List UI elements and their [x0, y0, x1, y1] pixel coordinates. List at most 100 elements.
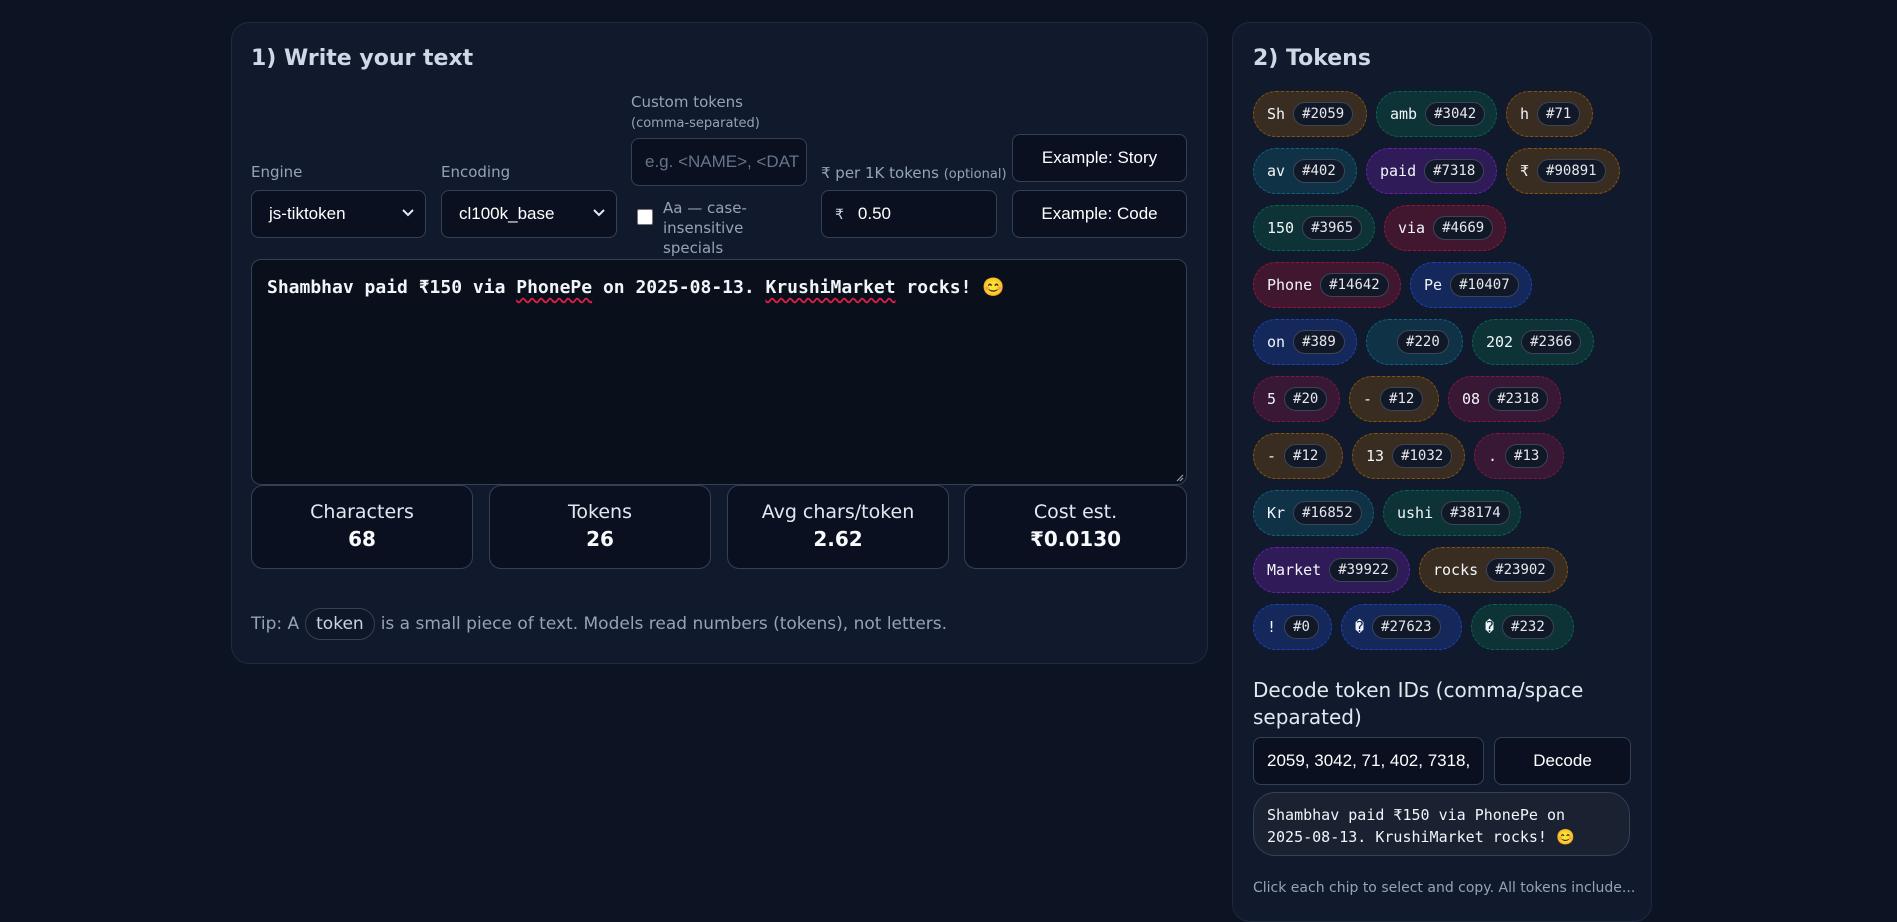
token-text: h	[1520, 105, 1530, 123]
token-id-badge: #38174	[1441, 501, 1510, 525]
token-text: ₹	[1520, 162, 1530, 180]
token-id-badge: #402	[1293, 159, 1345, 183]
token-id-badge: #71	[1537, 102, 1581, 126]
token-id-badge: #2318	[1488, 387, 1549, 411]
token-id-badge: #13	[1505, 444, 1549, 468]
token-text: rocks	[1433, 561, 1479, 579]
token-text: -	[1267, 447, 1277, 465]
example-code-button[interactable]: Example: Code	[1012, 190, 1187, 238]
token-chip[interactable]: rocks #23902	[1419, 547, 1568, 593]
cost-label: ₹ per 1K tokens (optional)	[821, 164, 1007, 182]
token-text: 13	[1366, 447, 1385, 465]
stat-value: 26	[586, 527, 614, 551]
example-story-button[interactable]: Example: Story	[1012, 134, 1187, 182]
token-chip[interactable]: ushi #38174	[1383, 490, 1521, 536]
token-id-badge: #4669	[1433, 216, 1494, 240]
token-chip-example: token	[305, 608, 375, 640]
stat-label: Tokens	[568, 501, 632, 523]
token-chip[interactable]: ₹ #90891	[1506, 148, 1620, 194]
token-chip[interactable]: av #402	[1253, 148, 1357, 194]
token-text: -	[1363, 390, 1373, 408]
token-chip[interactable]: via #4669	[1384, 205, 1506, 251]
token-text: !	[1267, 618, 1277, 636]
encoding-select-value: cl100k_base	[459, 204, 555, 223]
chevron-down-icon	[402, 209, 414, 217]
stat-value: 68	[348, 527, 376, 551]
text-segment: rocks! 😊	[895, 277, 1005, 298]
misspelled-word: KrushiMarket	[765, 277, 896, 298]
token-id-badge: #10407	[1450, 273, 1519, 297]
token-chip[interactable]: Market #39922	[1253, 547, 1410, 593]
token-chip[interactable]: 08 #2318	[1448, 376, 1561, 422]
token-text: Sh	[1267, 105, 1286, 123]
token-text: 08	[1462, 390, 1481, 408]
token-id-badge: #3965	[1302, 216, 1363, 240]
token-chip[interactable]: - #12	[1253, 433, 1343, 479]
token-text: av	[1267, 162, 1286, 180]
token-id-badge: #23902	[1486, 558, 1555, 582]
token-id-badge: #1032	[1392, 444, 1453, 468]
case-insensitive-checkbox[interactable]	[637, 209, 653, 225]
custom-tokens-input[interactable]: e.g. <NAME>, <DAT	[631, 138, 807, 186]
token-id-badge: #90891	[1537, 159, 1606, 183]
token-chip[interactable]: 5 #20	[1253, 376, 1340, 422]
token-chip[interactable]: 150 #3965	[1253, 205, 1375, 251]
engine-select-value: js-tiktoken	[269, 204, 346, 223]
token-chip[interactable]: - #12	[1349, 376, 1439, 422]
stat-label: Cost est.	[1033, 501, 1118, 523]
token-text: 202	[1486, 333, 1514, 351]
token-text: Phone	[1267, 276, 1313, 294]
token-id-badge: #2366	[1521, 330, 1582, 354]
token-chip[interactable]: paid #7318	[1366, 148, 1497, 194]
tip-prefix: Tip: A	[251, 614, 300, 634]
token-id-badge: #27623	[1372, 615, 1441, 639]
token-text: Market	[1267, 561, 1322, 579]
encoding-select[interactable]: cl100k_base	[441, 190, 617, 238]
token-chip[interactable]: amb #3042	[1376, 91, 1497, 137]
decode-button[interactable]: Decode	[1494, 737, 1631, 785]
token-id-badge: #3042	[1425, 102, 1486, 126]
token-chip[interactable]: ! #0	[1253, 604, 1332, 650]
token-text: Pe	[1424, 276, 1443, 294]
tokens-panel-title: 2) Tokens	[1253, 46, 1371, 71]
token-text: ushi	[1397, 504, 1434, 522]
engine-select[interactable]: js-tiktoken	[251, 190, 426, 238]
tip-suffix: is a small piece of text. Models read nu…	[380, 614, 948, 634]
cost-label-hint: (optional)	[943, 167, 1007, 182]
token-chip[interactable]: Pe #10407	[1410, 262, 1532, 308]
token-text: amb	[1390, 105, 1418, 123]
cost-input-value: 0.50	[857, 204, 892, 223]
token-chip[interactable]: on #389	[1253, 319, 1357, 365]
stat-cost: Cost est. ₹0.0130	[964, 485, 1187, 569]
token-text: on	[1267, 333, 1286, 351]
token-text: .	[1488, 447, 1498, 465]
misspelled-word: PhonePe	[516, 277, 593, 298]
stat-label: Avg chars/token	[761, 501, 915, 523]
decode-input[interactable]: 2059, 3042, 71, 402, 7318,	[1253, 737, 1484, 785]
token-chip[interactable]: Sh #2059	[1253, 91, 1367, 137]
tokens-footer-note: Click each chip to select and copy. All …	[1253, 880, 1636, 896]
text-segment: on 2025-08-13.	[592, 277, 766, 298]
text-panel-title: 1) Write your text	[251, 46, 474, 71]
token-chip[interactable]: 13 #1032	[1352, 433, 1465, 479]
cost-input[interactable]: ₹ 0.50	[821, 190, 997, 238]
token-id-badge: #389	[1293, 330, 1345, 354]
stat-value: ₹0.0130	[1029, 527, 1122, 551]
token-chip[interactable]: Phone #14642	[1253, 262, 1401, 308]
token-id-badge: #39922	[1329, 558, 1398, 582]
custom-tokens-label-hint: (comma-separated)	[631, 116, 760, 131]
token-id-badge: #220	[1397, 330, 1449, 354]
token-chip[interactable]: 202 #2366	[1472, 319, 1594, 365]
token-text: 150	[1267, 219, 1295, 237]
token-chip[interactable]: � #232	[1471, 604, 1574, 650]
chevron-down-icon	[593, 209, 605, 217]
resize-handle-icon[interactable]	[1174, 472, 1184, 482]
token-chip[interactable]: h #71	[1506, 91, 1593, 137]
text-input-area[interactable]: Shambhav paid ₹150 via PhonePe on 2025-0…	[251, 259, 1187, 485]
token-chip[interactable]: Kr #16852	[1253, 490, 1374, 536]
cost-label-text: ₹ per 1K tokens	[821, 164, 939, 182]
token-chip[interactable]: . #13	[1474, 433, 1564, 479]
token-chip[interactable]: #220	[1366, 319, 1463, 365]
token-chip[interactable]: � #27623	[1341, 604, 1462, 650]
